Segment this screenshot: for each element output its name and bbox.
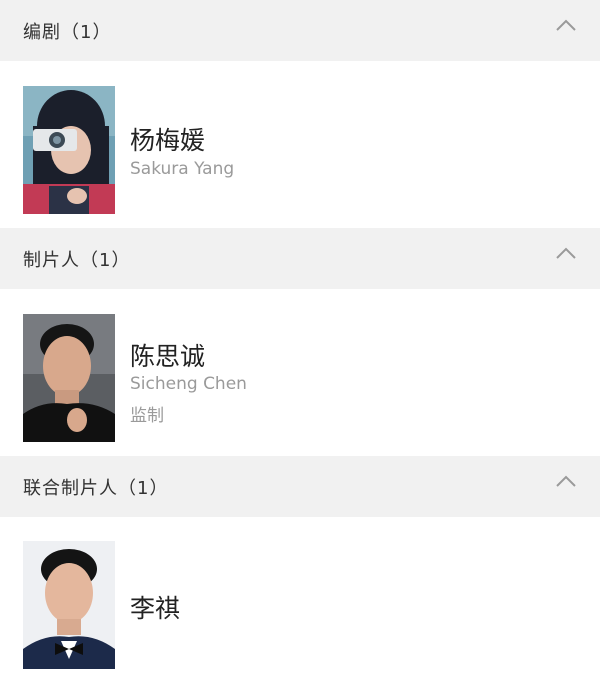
person-row[interactable]: 杨梅媛 Sakura Yang	[0, 61, 600, 228]
person-english-name: Sakura Yang	[130, 159, 235, 179]
avatar[interactable]	[23, 541, 115, 669]
person-name: 杨梅媛	[130, 126, 206, 155]
person-name: 陈思诚	[130, 342, 206, 371]
section-title: 制片人（1）	[23, 249, 131, 271]
section-header-screenwriter[interactable]: 编剧（1）	[0, 0, 600, 61]
section-title: 编剧（1）	[23, 21, 112, 43]
section-title: 联合制片人（1）	[23, 477, 169, 499]
avatar[interactable]	[23, 86, 115, 214]
section-header-co-producer[interactable]: 联合制片人（1）	[0, 456, 600, 517]
person-name: 李祺	[130, 594, 181, 623]
avatar[interactable]	[23, 314, 115, 442]
chevron-up-icon[interactable]	[555, 18, 577, 32]
person-role: 监制	[130, 406, 164, 426]
chevron-up-icon[interactable]	[555, 246, 577, 260]
person-row[interactable]: 李祺	[0, 517, 600, 684]
section-header-producer[interactable]: 制片人（1）	[0, 228, 600, 289]
person-english-name: Sicheng Chen	[130, 374, 247, 394]
person-row[interactable]: 陈思诚 Sicheng Chen 监制	[0, 289, 600, 456]
chevron-up-icon[interactable]	[555, 474, 577, 488]
